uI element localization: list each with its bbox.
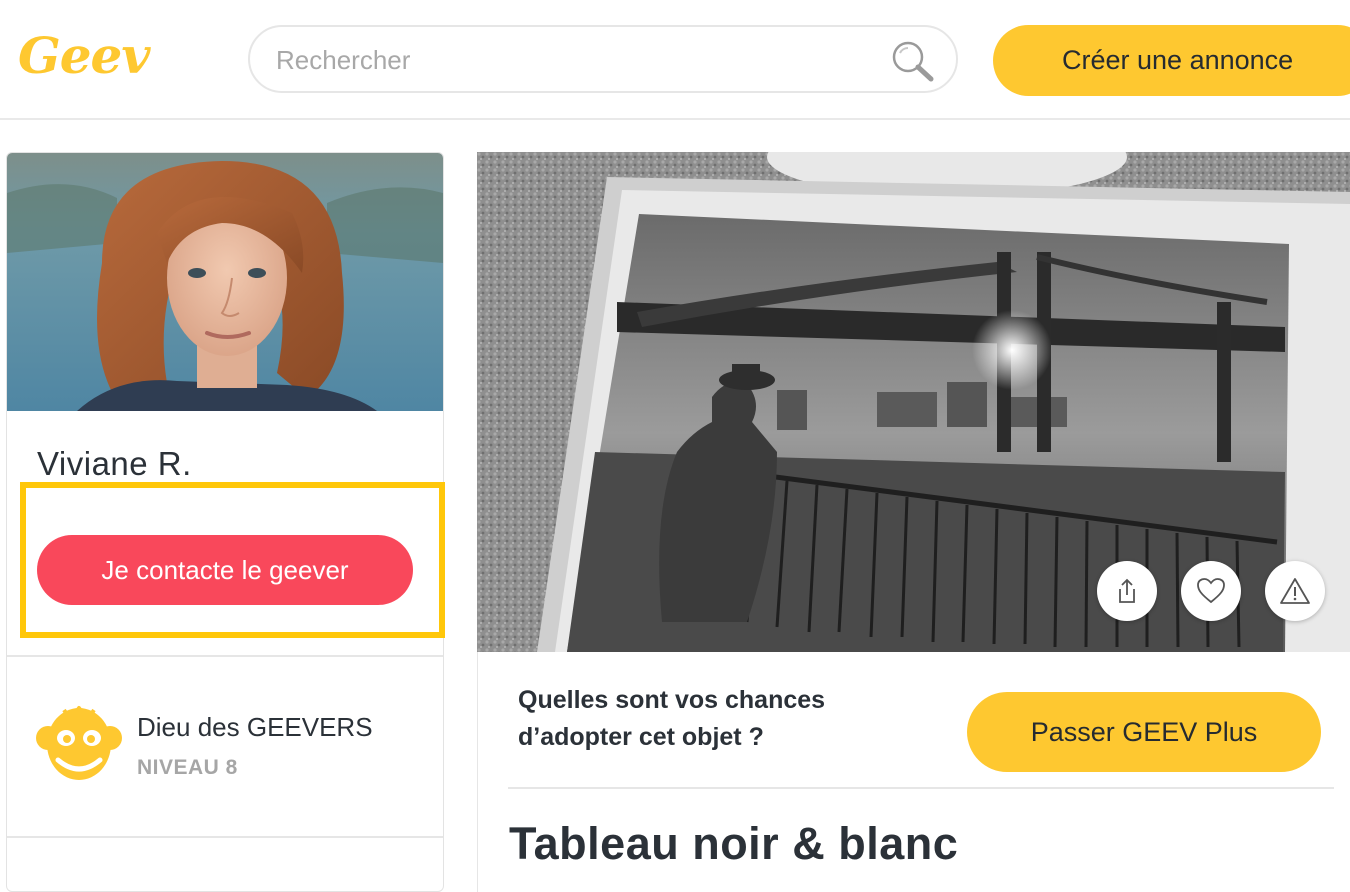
search-input[interactable] bbox=[274, 39, 878, 81]
create-listing-button[interactable]: Créer une annonce bbox=[993, 25, 1350, 96]
divider bbox=[7, 836, 443, 838]
divider bbox=[508, 787, 1334, 789]
divider bbox=[7, 655, 443, 657]
geev-plus-button[interactable]: Passer GEEV Plus bbox=[967, 692, 1321, 772]
badge-title: Dieu des GEEVERS bbox=[137, 712, 373, 742]
report-button[interactable] bbox=[1265, 561, 1325, 621]
top-header: Geev Créer une annonce bbox=[0, 0, 1350, 120]
warning-icon bbox=[1280, 578, 1310, 604]
geev-logo[interactable]: Geev bbox=[18, 26, 150, 86]
heart-icon bbox=[1197, 578, 1225, 604]
search-bar[interactable] bbox=[248, 25, 958, 93]
user-name[interactable]: Viviane R. bbox=[37, 445, 192, 483]
monkey-badge-icon bbox=[36, 706, 122, 780]
adoption-chances-text: Quelles sont vos chances d’adopter cet o… bbox=[518, 686, 826, 751]
badge-level: NIVEAU 8 bbox=[137, 756, 238, 779]
share-icon bbox=[1119, 578, 1135, 603]
share-button[interactable] bbox=[1097, 561, 1157, 621]
favorite-button[interactable] bbox=[1181, 561, 1241, 621]
contact-geever-button[interactable]: Je contacte le geever bbox=[37, 535, 413, 605]
search-icon[interactable] bbox=[890, 39, 936, 83]
avatar[interactable] bbox=[7, 153, 443, 411]
listing-title: Tableau noir & blanc bbox=[509, 818, 959, 869]
